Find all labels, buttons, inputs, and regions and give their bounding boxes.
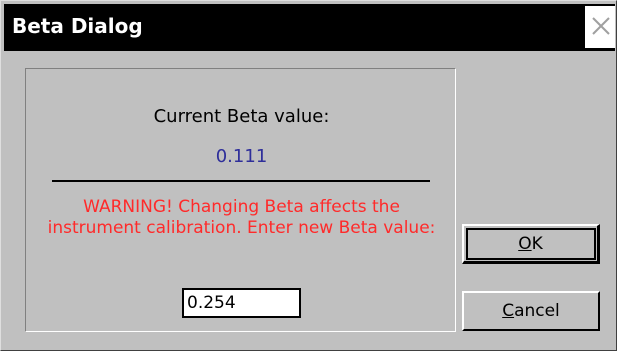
cancel-button[interactable]: Cancel [462, 291, 600, 331]
beta-dialog-window: Beta Dialog Current Beta value: 0.111 WA… [0, 0, 617, 351]
current-beta-label: Current Beta value: [153, 106, 330, 127]
ok-button-label: OK [518, 227, 543, 261]
warning-line-1: WARNING! Changing Beta affects the [83, 197, 400, 217]
ok-label-rest: K [531, 233, 543, 254]
cancel-mnemonic: C [502, 301, 515, 321]
cancel-label-rest: ancel [514, 301, 560, 321]
close-button[interactable] [585, 6, 615, 48]
title-bar[interactable]: Beta Dialog [4, 4, 615, 51]
new-beta-input[interactable] [182, 288, 301, 318]
ok-mnemonic: O [518, 233, 532, 254]
cancel-button-label: Cancel [502, 294, 560, 328]
close-icon [592, 17, 610, 35]
divider [52, 180, 430, 182]
warning-line-2: instrument calibration. Enter new Beta v… [47, 218, 436, 238]
current-beta-value: 0.111 [215, 146, 268, 167]
beta-group-panel: Current Beta value: 0.111 WARNING! Chang… [25, 68, 456, 332]
window-title: Beta Dialog [12, 14, 143, 38]
warning-text: WARNING! Changing Beta affects the instr… [26, 197, 457, 239]
ok-button[interactable]: OK [462, 224, 600, 264]
